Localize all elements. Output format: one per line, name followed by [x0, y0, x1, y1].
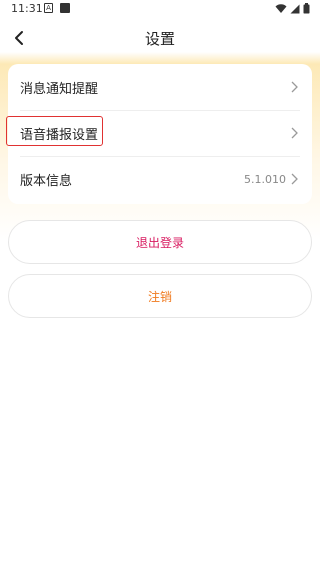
- logout-button[interactable]: 退出登录: [8, 220, 312, 264]
- highlight-annotation-box: [6, 116, 103, 146]
- settings-row-version[interactable]: 版本信息 5.1.010: [8, 156, 312, 202]
- cancel-account-button[interactable]: 注销: [8, 274, 312, 318]
- page-title: 设置: [144, 30, 175, 48]
- row-label: 版本信息: [20, 173, 73, 189]
- row-label: 消息通知提醒: [20, 81, 99, 97]
- settings-row-notifications[interactable]: 消息通知提醒: [8, 64, 312, 110]
- version-value: 5.1.010: [244, 172, 286, 186]
- status-bar: 11:31 A: [0, 0, 320, 18]
- settings-screen: 11:31 A 设置 消息通知提醒 语音播报设置 版本信息 5.1.010 退出…: [0, 0, 320, 568]
- notification-a-icon: A: [44, 3, 53, 13]
- notification-square-icon: [60, 3, 70, 13]
- signal-icon: [290, 4, 300, 13]
- chevron-right-icon: [290, 172, 300, 186]
- battery-icon: [303, 3, 310, 14]
- chevron-right-icon: [290, 80, 300, 94]
- status-icons: [275, 3, 310, 14]
- wifi-icon: [275, 3, 287, 13]
- status-time: 11:31: [11, 2, 43, 15]
- navigation-bar: 设置: [0, 18, 320, 58]
- chevron-right-icon: [290, 126, 300, 140]
